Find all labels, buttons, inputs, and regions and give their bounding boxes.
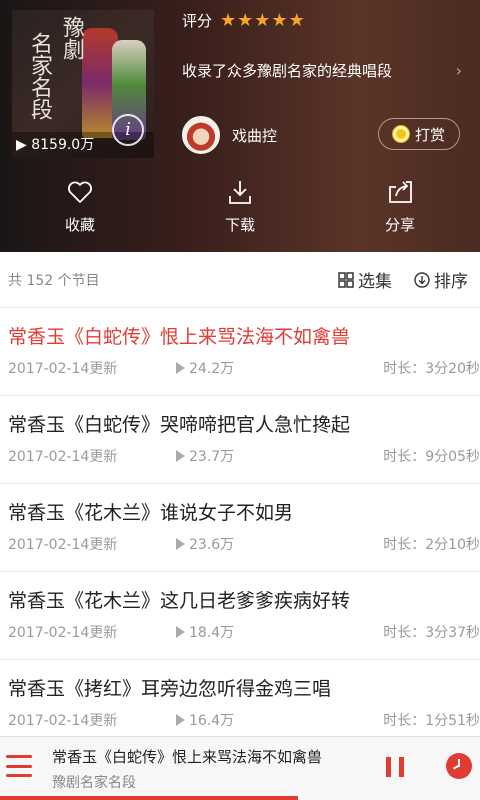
track-list: 常香玉《白蛇传》恨上来骂法海不如禽兽 2017-02-14更新 24.2万 时长… xyxy=(0,308,480,748)
track-plays: 18.4万 xyxy=(176,622,234,642)
share-label: 分享 xyxy=(384,216,415,234)
select-label: 选集 xyxy=(358,272,392,292)
album-cover[interactable]: 豫劇 名家名段 ▶ 8159.0万 i xyxy=(12,10,154,158)
track-plays: 23.6万 xyxy=(176,534,234,554)
track-row[interactable]: 常香玉《花木兰》这几日老爹爹疾病好转 2017-02-14更新 18.4万 时长… xyxy=(0,572,480,660)
cover-title-left: 名家名段 xyxy=(27,32,52,120)
track-row[interactable]: 常香玉《花木兰》谁说女子不如男 2017-02-14更新 23.6万 时长：2分… xyxy=(0,484,480,572)
track-plays-value: 24.2万 xyxy=(189,361,235,377)
play-icon xyxy=(176,450,185,462)
chevron-right-icon: › xyxy=(455,61,462,80)
track-date: 2017-02-14更新 xyxy=(8,625,118,641)
track-row[interactable]: 常香玉《白蛇传》哭啼啼把官人急忙搀起 2017-02-14更新 23.7万 时长… xyxy=(0,396,480,484)
album-description: 收录了众多豫剧名家的经典唱段 xyxy=(182,62,393,80)
now-playing-album: 豫剧名家名段 xyxy=(52,775,136,791)
rating: 评分 ★★★★★ xyxy=(182,10,306,31)
avatar[interactable] xyxy=(182,116,220,154)
track-row[interactable]: 常香玉《拷红》耳旁边忽听得金鸡三唱 2017-02-14更新 16.4万 时长：… xyxy=(0,660,480,748)
play-count-value: 8159.0万 xyxy=(31,137,95,153)
play-icon xyxy=(176,538,185,550)
info-icon[interactable]: i xyxy=(112,114,144,146)
track-duration: 时长：3分37秒 xyxy=(383,625,480,641)
sort-down-icon xyxy=(414,271,430,288)
episode-count: 共 152 个节目 xyxy=(8,272,100,289)
track-title: 常香玉《白蛇传》恨上来骂法海不如禽兽 xyxy=(8,326,351,348)
favorite-button[interactable]: 收藏 xyxy=(0,178,160,235)
action-bar: 收藏 下载 分享 xyxy=(0,178,480,235)
select-episodes-button[interactable]: 选集 xyxy=(338,267,392,292)
track-plays-value: 23.6万 xyxy=(189,537,235,553)
menu-icon[interactable] xyxy=(6,755,32,777)
download-label: 下载 xyxy=(224,216,255,234)
heart-icon xyxy=(68,181,92,203)
track-plays: 23.7万 xyxy=(176,446,234,466)
coin-icon xyxy=(392,126,409,142)
track-title: 常香玉《白蛇传》哭啼啼把官人急忙搀起 xyxy=(8,414,351,436)
track-title: 常香玉《花木兰》谁说女子不如男 xyxy=(8,502,294,524)
anchor-name[interactable]: 戏曲控 xyxy=(232,125,277,146)
tip-label: 打赏 xyxy=(414,125,445,144)
cover-title-right: 豫劇 xyxy=(59,16,84,60)
sort-button[interactable]: 排序 xyxy=(414,267,468,292)
track-duration: 时长：2分10秒 xyxy=(383,537,480,553)
pause-icon[interactable] xyxy=(386,757,404,777)
share-icon xyxy=(389,181,412,203)
track-date: 2017-02-14更新 xyxy=(8,449,118,465)
track-plays-value: 23.7万 xyxy=(189,449,235,465)
track-duration: 时长：1分51秒 xyxy=(383,713,480,729)
rating-label: 评分 xyxy=(182,12,213,30)
track-plays-value: 18.4万 xyxy=(189,625,235,641)
track-duration: 时长：9分05秒 xyxy=(383,449,480,465)
rating-stars-icon: ★★★★★ xyxy=(220,10,306,31)
grid-icon xyxy=(338,271,354,288)
album-header: 豫劇 名家名段 ▶ 8159.0万 i 评分 ★★★★★ 收录了众多豫剧名家的经… xyxy=(0,0,480,252)
anchor-profile[interactable]: 戏曲控 xyxy=(182,116,277,154)
track-title: 常香玉《花木兰》这几日老爹爹疾病好转 xyxy=(8,590,351,612)
download-icon xyxy=(229,181,251,204)
track-title: 常香玉《拷红》耳旁边忽听得金鸡三唱 xyxy=(8,678,332,700)
timer-icon[interactable] xyxy=(446,753,472,779)
list-header: 共 152 个节目 选集 排序 xyxy=(0,252,480,308)
track-plays-value: 16.4万 xyxy=(189,713,235,729)
sort-label: 排序 xyxy=(434,272,468,292)
track-date: 2017-02-14更新 xyxy=(8,361,118,377)
share-button[interactable]: 分享 xyxy=(320,178,480,235)
track-plays: 24.2万 xyxy=(176,358,234,378)
track-row[interactable]: 常香玉《白蛇传》恨上来骂法海不如禽兽 2017-02-14更新 24.2万 时长… xyxy=(0,308,480,396)
now-playing-title: 常香玉《白蛇传》恨上来骂法海不如禽兽 xyxy=(52,748,323,766)
track-plays: 16.4万 xyxy=(176,710,234,730)
track-duration: 时长：3分20秒 xyxy=(383,361,480,377)
favorite-label: 收藏 xyxy=(64,216,95,234)
play-icon xyxy=(176,362,185,374)
mini-player[interactable]: 常香玉《白蛇传》恨上来骂法海不如禽兽 豫剧名家名段 xyxy=(0,736,480,800)
play-icon xyxy=(176,714,185,726)
play-icon xyxy=(176,626,185,638)
album-description-link[interactable]: 收录了众多豫剧名家的经典唱段 › xyxy=(182,60,462,81)
track-date: 2017-02-14更新 xyxy=(8,537,118,553)
tip-button[interactable]: 打赏 xyxy=(378,118,460,150)
download-button[interactable]: 下载 xyxy=(160,178,320,235)
playback-progress xyxy=(0,796,298,800)
track-date: 2017-02-14更新 xyxy=(8,713,118,729)
